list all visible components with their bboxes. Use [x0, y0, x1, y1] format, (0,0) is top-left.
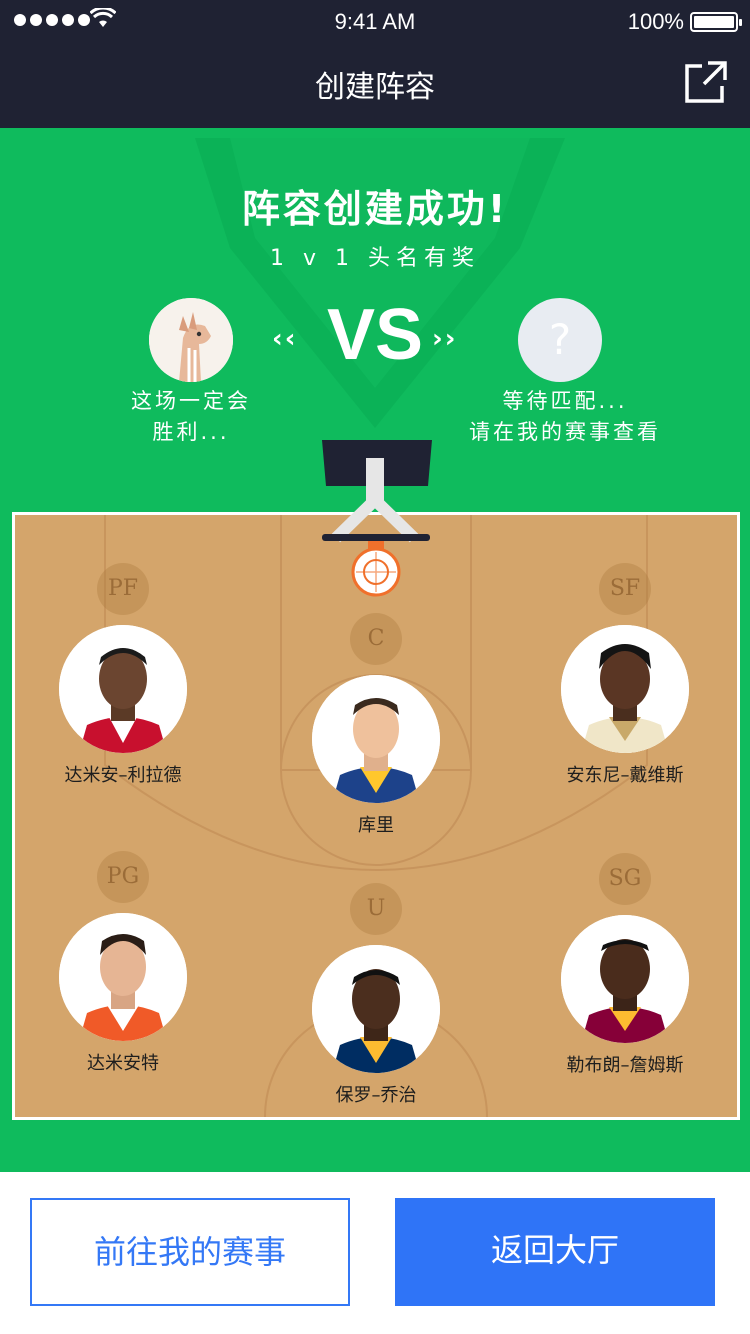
position-badge-pf: PF: [97, 563, 149, 615]
my-slogan-line1: 这场一定会: [131, 389, 251, 413]
player-headshot-icon: [312, 945, 440, 1073]
position-badge-sf: SF: [599, 563, 651, 615]
player-headshot-icon: [59, 913, 187, 1041]
player-headshot-icon: [561, 625, 689, 753]
my-avatar: [149, 298, 233, 382]
player-slot-c[interactable]: C 库里: [276, 613, 476, 837]
player-headshot-icon: [59, 625, 187, 753]
bottom-actions: 前往我的赛事 返回大厅: [0, 1172, 750, 1334]
player-photo-pf: [59, 625, 187, 753]
position-badge-sg: SG: [599, 853, 651, 905]
status-bar: 9:41 AM 100%: [0, 0, 750, 44]
player-photo-u: [312, 945, 440, 1073]
top-bar: 9:41 AM 100% 创建阵容: [0, 0, 750, 128]
player-photo-pg: [59, 913, 187, 1041]
player-name-pf: 达米安–利拉德: [64, 765, 182, 786]
player-name-sg: 勒布朗–詹姆斯: [566, 1055, 684, 1076]
player-slot-pf[interactable]: PF 达米安–利拉德: [23, 563, 223, 787]
player-slot-sf[interactable]: SF 安东尼–戴维斯: [525, 563, 725, 787]
player-name-c: 库里: [358, 815, 394, 836]
my-slogan-line2: 胜利...: [152, 420, 230, 444]
player-slot-u[interactable]: U 保罗–乔治: [276, 883, 476, 1107]
player-name-sf: 安东尼–戴维斯: [566, 765, 684, 786]
player-photo-sg: [561, 915, 689, 1043]
player-name-pg: 达米安特: [87, 1053, 159, 1074]
player-slot-sg[interactable]: SG 勒布朗–詹姆斯: [525, 853, 725, 1077]
player-name-u: 保罗–乔治: [335, 1085, 417, 1106]
player-photo-sf: [561, 625, 689, 753]
position-badge-u: U: [350, 883, 402, 935]
battery-percent: 100%: [627, 9, 684, 34]
vs-right-chevrons: ››: [432, 324, 458, 354]
opponent-avatar-question-icon: ?: [518, 298, 602, 382]
position-badge-c: C: [350, 613, 402, 665]
kangaroo-avatar-icon: [149, 298, 233, 382]
basketball-court: PF 达米安–利拉德 C 库里 SF 安东尼–戴维斯 PG 达米安特 U 保罗–…: [12, 512, 740, 1120]
player-photo-c: [312, 675, 440, 803]
share-icon[interactable]: [684, 60, 728, 104]
page-title: 创建阵容: [315, 70, 435, 105]
opponent-status-line1: 等待匹配...: [502, 389, 628, 413]
battery-icon: [690, 12, 742, 32]
opponent-status: 等待匹配... 请在我的赛事查看: [440, 386, 690, 448]
my-matches-button[interactable]: 前往我的赛事: [30, 1198, 350, 1306]
back-to-lobby-button[interactable]: 返回大厅: [395, 1198, 715, 1306]
player-headshot-icon: [312, 675, 440, 803]
prize-subline: 1 v 1 头名有奖: [270, 246, 480, 271]
success-headline: 阵容创建成功!: [241, 187, 509, 231]
player-slot-pg[interactable]: PG 达米安特: [23, 851, 223, 1075]
opponent-status-line2: 请在我的赛事查看: [469, 420, 661, 444]
lineup-arena: 阵容创建成功! 1 v 1 头名有奖 这场一定会 胜利... ‹‹ VS ›› …: [0, 128, 750, 1172]
position-badge-pg: PG: [97, 851, 149, 903]
my-slogan: 这场一定会 胜利...: [100, 386, 282, 448]
player-headshot-icon: [561, 915, 689, 1043]
